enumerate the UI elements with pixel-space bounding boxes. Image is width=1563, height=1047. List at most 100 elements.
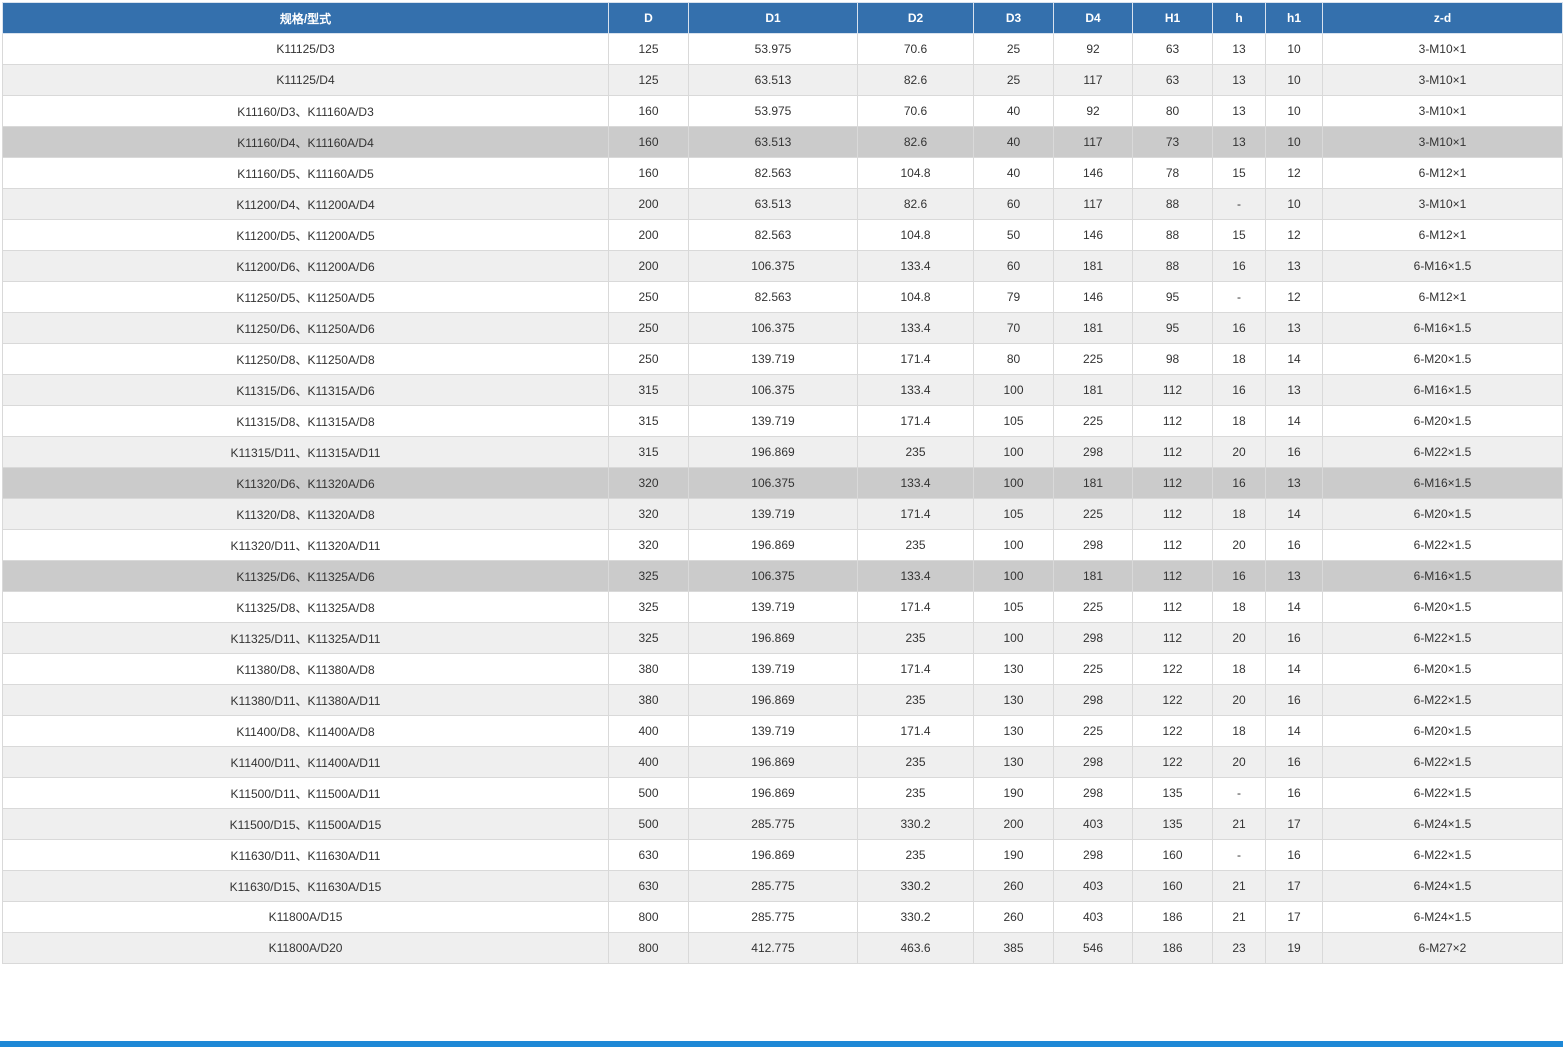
cell-h1-upper: 78: [1132, 157, 1213, 189]
cell-d3: 200: [973, 808, 1054, 840]
cell-h: 21: [1212, 901, 1266, 933]
cell-spec-model: K11500/D11、K11500A/D11: [2, 777, 609, 809]
table-row: K11800A/D20 800 412.775 463.6 385 546 186 23 19 6…: [2, 932, 1563, 964]
cell-h1-upper: 73: [1132, 126, 1213, 158]
cell-d: 250: [608, 343, 689, 375]
cell-z-d: 3-M10×1: [1322, 95, 1563, 127]
cell-d4: 117: [1053, 188, 1133, 220]
cell-d: 315: [608, 374, 689, 406]
cell-d4: 117: [1053, 64, 1133, 96]
cell-d4: 225: [1053, 715, 1133, 747]
cell-d1: 139.719: [688, 591, 858, 623]
cell-d2: 82.6: [857, 64, 974, 96]
cell-spec-model: K11315/D8、K11315A/D8: [2, 405, 609, 437]
table-row: K11500/D11、K11500A/D11 500 196.869 235 190 29…: [2, 777, 1563, 809]
cell-d2: 330.2: [857, 901, 974, 933]
cell-d1: 53.975: [688, 95, 858, 127]
cell-spec-model: K11200/D4、K11200A/D4: [2, 188, 609, 220]
cell-z-d: 6-M24×1.5: [1322, 870, 1563, 902]
cell-z-d: 6-M22×1.5: [1322, 777, 1563, 809]
cell-spec-model: K11160/D5、K11160A/D5: [2, 157, 609, 189]
cell-d2: 133.4: [857, 467, 974, 499]
cell-d1: 53.975: [688, 33, 858, 65]
cell-h1: 10: [1265, 126, 1323, 158]
cell-d: 200: [608, 250, 689, 282]
cell-d1: 82.563: [688, 219, 858, 251]
cell-h: 18: [1212, 343, 1266, 375]
cell-d: 250: [608, 281, 689, 313]
cell-h1-upper: 80: [1132, 95, 1213, 127]
table-row: K11400/D11、K11400A/D11 400 196.869 235 130 29…: [2, 746, 1563, 778]
cell-d2: 104.8: [857, 281, 974, 313]
cell-d1: 139.719: [688, 405, 858, 437]
cell-d1: 106.375: [688, 467, 858, 499]
cell-d2: 133.4: [857, 312, 974, 344]
cell-h: 13: [1212, 95, 1266, 127]
cell-spec-model: K11630/D15、K11630A/D15: [2, 870, 609, 902]
cell-d1: 139.719: [688, 715, 858, 747]
cell-d4: 225: [1053, 591, 1133, 623]
cell-h: 18: [1212, 405, 1266, 437]
bottom-accent-bar: [0, 1041, 1563, 1047]
cell-h1-upper: 160: [1132, 870, 1213, 902]
cell-z-d: 6-M12×1: [1322, 219, 1563, 251]
cell-d1: 285.775: [688, 808, 858, 840]
cell-h: 13: [1212, 126, 1266, 158]
cell-d3: 40: [973, 157, 1054, 189]
cell-d3: 260: [973, 901, 1054, 933]
cell-h: 16: [1212, 374, 1266, 406]
cell-h: 20: [1212, 436, 1266, 468]
table-row: K11320/D6、K11320A/D6 320 106.375 133.4 100 18…: [2, 467, 1563, 499]
cell-h: 21: [1212, 870, 1266, 902]
table-row: K11200/D6、K11200A/D6 200 106.375 133.4 60 181…: [2, 250, 1563, 282]
cell-d4: 181: [1053, 374, 1133, 406]
cell-spec-model: K11325/D11、K11325A/D11: [2, 622, 609, 654]
cell-d3: 130: [973, 684, 1054, 716]
cell-d2: 235: [857, 839, 974, 871]
cell-h: 18: [1212, 591, 1266, 623]
cell-z-d: 6-M24×1.5: [1322, 901, 1563, 933]
cell-d4: 403: [1053, 808, 1133, 840]
cell-d4: 298: [1053, 746, 1133, 778]
cell-h1: 16: [1265, 622, 1323, 654]
cell-d4: 298: [1053, 529, 1133, 561]
cell-d3: 70: [973, 312, 1054, 344]
table-row: K11160/D4、K11160A/D4 160 63.513 82.6 40 117 73…: [2, 126, 1563, 158]
cell-d2: 133.4: [857, 250, 974, 282]
cell-spec-model: K11400/D8、K11400A/D8: [2, 715, 609, 747]
cell-spec-model: K11320/D8、K11320A/D8: [2, 498, 609, 530]
table-row: K11800A/D15 800 285.775 330.2 260 403 186 21 17 6…: [2, 901, 1563, 933]
header-d2: D2: [857, 2, 974, 34]
cell-h1-upper: 88: [1132, 219, 1213, 251]
table-row: K11250/D8、K11250A/D8 250 139.719 171.4 80 225…: [2, 343, 1563, 375]
cell-d4: 92: [1053, 33, 1133, 65]
cell-d3: 100: [973, 529, 1054, 561]
cell-d2: 330.2: [857, 870, 974, 902]
cell-h1-upper: 122: [1132, 653, 1213, 685]
table-row: K11500/D15、K11500A/D15 500 285.775 330.2 200…: [2, 808, 1563, 840]
cell-z-d: 6-M22×1.5: [1322, 684, 1563, 716]
cell-z-d: 6-M16×1.5: [1322, 374, 1563, 406]
cell-h1: 17: [1265, 901, 1323, 933]
table-row: K11380/D11、K11380A/D11 380 196.869 235 130 29…: [2, 684, 1563, 716]
cell-h: 13: [1212, 64, 1266, 96]
table-row: K11315/D11、K11315A/D11 315 196.869 235 100 29…: [2, 436, 1563, 468]
cell-d3: 100: [973, 467, 1054, 499]
cell-d2: 171.4: [857, 715, 974, 747]
table-row: K11125/D3 125 53.975 70.6 25 92 63 13 10 3-M10×1: [2, 33, 1563, 65]
cell-h1-upper: 160: [1132, 839, 1213, 871]
cell-spec-model: K11315/D6、K11315A/D6: [2, 374, 609, 406]
cell-spec-model: K11325/D8、K11325A/D8: [2, 591, 609, 623]
cell-d4: 181: [1053, 467, 1133, 499]
table-row: K11315/D6、K11315A/D6 315 106.375 133.4 100 18…: [2, 374, 1563, 406]
cell-d2: 171.4: [857, 405, 974, 437]
header-z-d: z-d: [1322, 2, 1563, 34]
cell-h1-upper: 122: [1132, 684, 1213, 716]
cell-h1-upper: 122: [1132, 715, 1213, 747]
table-row: K11125/D4 125 63.513 82.6 25 117 63 13 10 3-M10×1: [2, 64, 1563, 96]
cell-h1: 12: [1265, 219, 1323, 251]
cell-h: -: [1212, 777, 1266, 809]
table-row: K11320/D8、K11320A/D8 320 139.719 171.4 105 22…: [2, 498, 1563, 530]
cell-d3: 105: [973, 591, 1054, 623]
table-row: K11630/D15、K11630A/D15 630 285.775 330.2 260…: [2, 870, 1563, 902]
